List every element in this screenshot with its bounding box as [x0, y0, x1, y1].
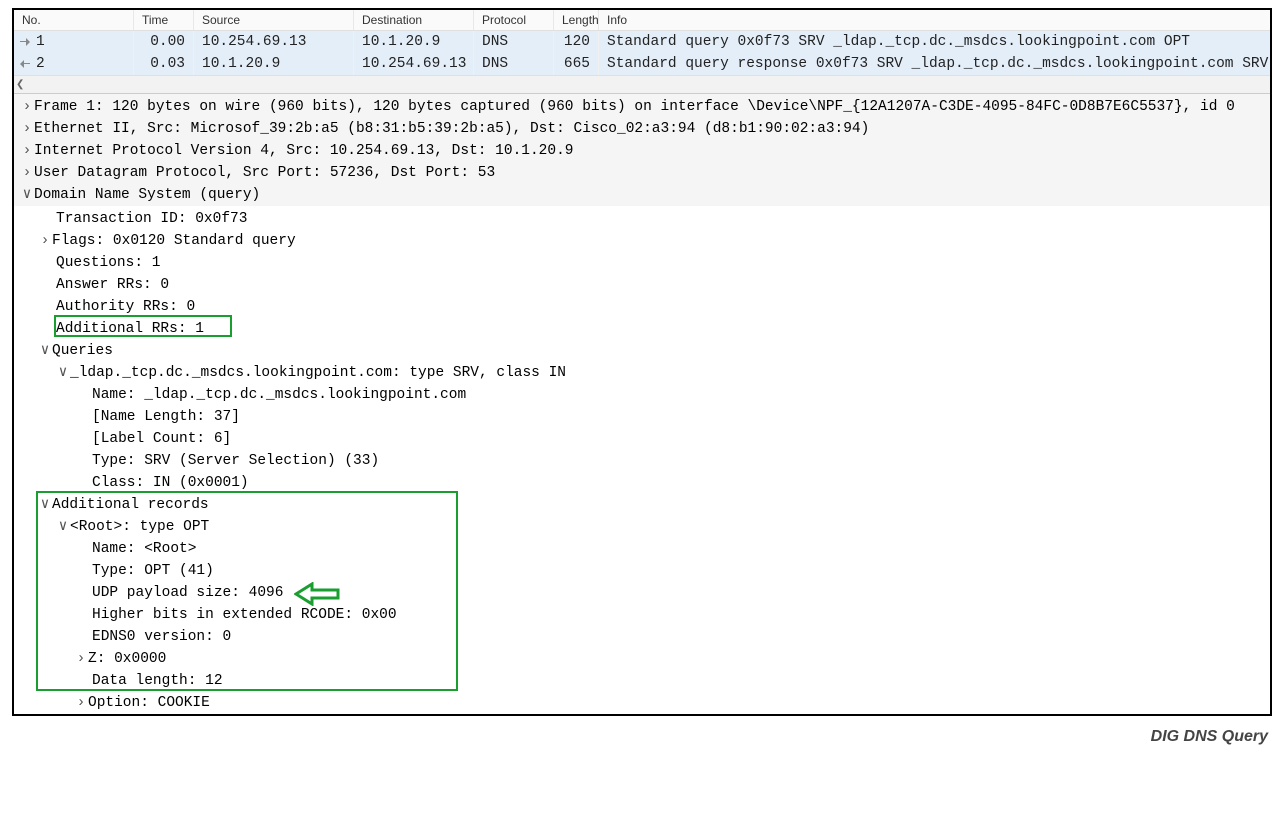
- cell-src: 10.1.20.9: [194, 53, 354, 75]
- tree-opt-udp-payload[interactable]: UDP payload size: 4096: [14, 582, 1270, 604]
- col-header-len[interactable]: Length: [554, 10, 599, 30]
- collapse-icon[interactable]: ∨: [38, 494, 52, 516]
- col-header-proto[interactable]: Protocol: [474, 10, 554, 30]
- expand-icon[interactable]: ›: [38, 230, 52, 252]
- tree-opt-datalen[interactable]: Data length: 12: [14, 670, 1270, 692]
- tree-authority-rrs[interactable]: Authority RRs: 0: [14, 296, 1270, 318]
- cell-no: 2: [36, 56, 45, 72]
- cell-info: Standard query response 0x0f73 SRV _ldap…: [599, 53, 1270, 75]
- expand-icon[interactable]: ›: [20, 140, 34, 162]
- expand-icon[interactable]: ›: [74, 692, 88, 714]
- packet-list-header[interactable]: No. Time Source Destination Protocol Len…: [14, 10, 1270, 31]
- response-arrow-icon: [18, 57, 32, 71]
- tree-opt-z[interactable]: ›Z: 0x0000: [14, 648, 1270, 670]
- packet-details-body[interactable]: Transaction ID: 0x0f73 ›Flags: 0x0120 St…: [14, 206, 1270, 714]
- tree-queries[interactable]: ∨Queries: [14, 340, 1270, 362]
- collapse-icon[interactable]: ∨: [20, 184, 34, 206]
- tree-udp[interactable]: ›User Datagram Protocol, Src Port: 57236…: [14, 162, 1270, 184]
- tree-flags[interactable]: ›Flags: 0x0120 Standard query: [14, 230, 1270, 252]
- collapse-icon[interactable]: ∨: [56, 362, 70, 384]
- tree-opt-option-cookie[interactable]: ›Option: COOKIE: [14, 692, 1270, 714]
- tree-query-class[interactable]: Class: IN (0x0001): [14, 472, 1270, 494]
- expand-icon[interactable]: ›: [20, 96, 34, 118]
- packet-row[interactable]: 1 0.00 10.254.69.13 10.1.20.9 DNS 120 St…: [14, 31, 1270, 53]
- expand-icon[interactable]: ›: [20, 162, 34, 184]
- cell-time: 0.03: [134, 53, 194, 75]
- cell-time: 0.00: [134, 31, 194, 53]
- col-header-src[interactable]: Source: [194, 10, 354, 30]
- cell-no: 1: [36, 34, 45, 50]
- figure-caption: DIG DNS Query: [12, 728, 1272, 746]
- tree-additional-records[interactable]: ∨Additional records: [14, 494, 1270, 516]
- scroll-left-icon[interactable]: ❮: [16, 79, 24, 90]
- tree-questions[interactable]: Questions: 1: [14, 252, 1270, 274]
- tree-query-srv[interactable]: ∨_ldap._tcp.dc._msdcs.lookingpoint.com: …: [14, 362, 1270, 384]
- horizontal-scrollbar[interactable]: ❮: [14, 75, 1270, 93]
- tree-frame[interactable]: ›Frame 1: 120 bytes on wire (960 bits), …: [14, 96, 1270, 118]
- cell-dst: 10.254.69.13: [354, 53, 474, 75]
- packet-row[interactable]: 2 0.03 10.1.20.9 10.254.69.13 DNS 665 St…: [14, 53, 1270, 75]
- tree-opt-rcode[interactable]: Higher bits in extended RCODE: 0x00: [14, 604, 1270, 626]
- tree-query-type[interactable]: Type: SRV (Server Selection) (33): [14, 450, 1270, 472]
- tree-query-labelcount[interactable]: [Label Count: 6]: [14, 428, 1270, 450]
- tree-ethernet[interactable]: ›Ethernet II, Src: Microsof_39:2b:a5 (b8…: [14, 118, 1270, 140]
- tree-ipv4[interactable]: ›Internet Protocol Version 4, Src: 10.25…: [14, 140, 1270, 162]
- col-header-dst[interactable]: Destination: [354, 10, 474, 30]
- collapse-icon[interactable]: ∨: [56, 516, 70, 538]
- col-header-info[interactable]: Info: [599, 10, 1270, 30]
- cell-proto: DNS: [474, 31, 554, 53]
- cell-proto: DNS: [474, 53, 554, 75]
- tree-dns[interactable]: ∨Domain Name System (query): [14, 184, 1270, 206]
- tree-opt-type[interactable]: Type: OPT (41): [14, 560, 1270, 582]
- cell-len: 120: [554, 31, 599, 53]
- collapse-icon[interactable]: ∨: [38, 340, 52, 362]
- expand-icon[interactable]: ›: [20, 118, 34, 140]
- tree-transaction-id[interactable]: Transaction ID: 0x0f73: [14, 208, 1270, 230]
- tree-query-namelen[interactable]: [Name Length: 37]: [14, 406, 1270, 428]
- packet-details-pane[interactable]: ›Frame 1: 120 bytes on wire (960 bits), …: [14, 94, 1270, 206]
- wireshark-window: No. Time Source Destination Protocol Len…: [12, 8, 1272, 716]
- tree-opt-edns0[interactable]: EDNS0 version: 0: [14, 626, 1270, 648]
- tree-opt-name[interactable]: Name: <Root>: [14, 538, 1270, 560]
- cell-info: Standard query 0x0f73 SRV _ldap._tcp.dc.…: [599, 31, 1270, 53]
- request-arrow-icon: [18, 35, 32, 49]
- expand-icon[interactable]: ›: [74, 648, 88, 670]
- packet-list-pane[interactable]: No. Time Source Destination Protocol Len…: [14, 10, 1270, 94]
- tree-answer-rrs[interactable]: Answer RRs: 0: [14, 274, 1270, 296]
- cell-src: 10.254.69.13: [194, 31, 354, 53]
- col-header-time[interactable]: Time: [134, 10, 194, 30]
- tree-query-name[interactable]: Name: _ldap._tcp.dc._msdcs.lookingpoint.…: [14, 384, 1270, 406]
- cell-dst: 10.1.20.9: [354, 31, 474, 53]
- tree-additional-rrs[interactable]: Additional RRs: 1: [14, 318, 1270, 340]
- tree-root-opt[interactable]: ∨<Root>: type OPT: [14, 516, 1270, 538]
- cell-len: 665: [554, 53, 599, 75]
- col-header-no[interactable]: No.: [14, 10, 134, 30]
